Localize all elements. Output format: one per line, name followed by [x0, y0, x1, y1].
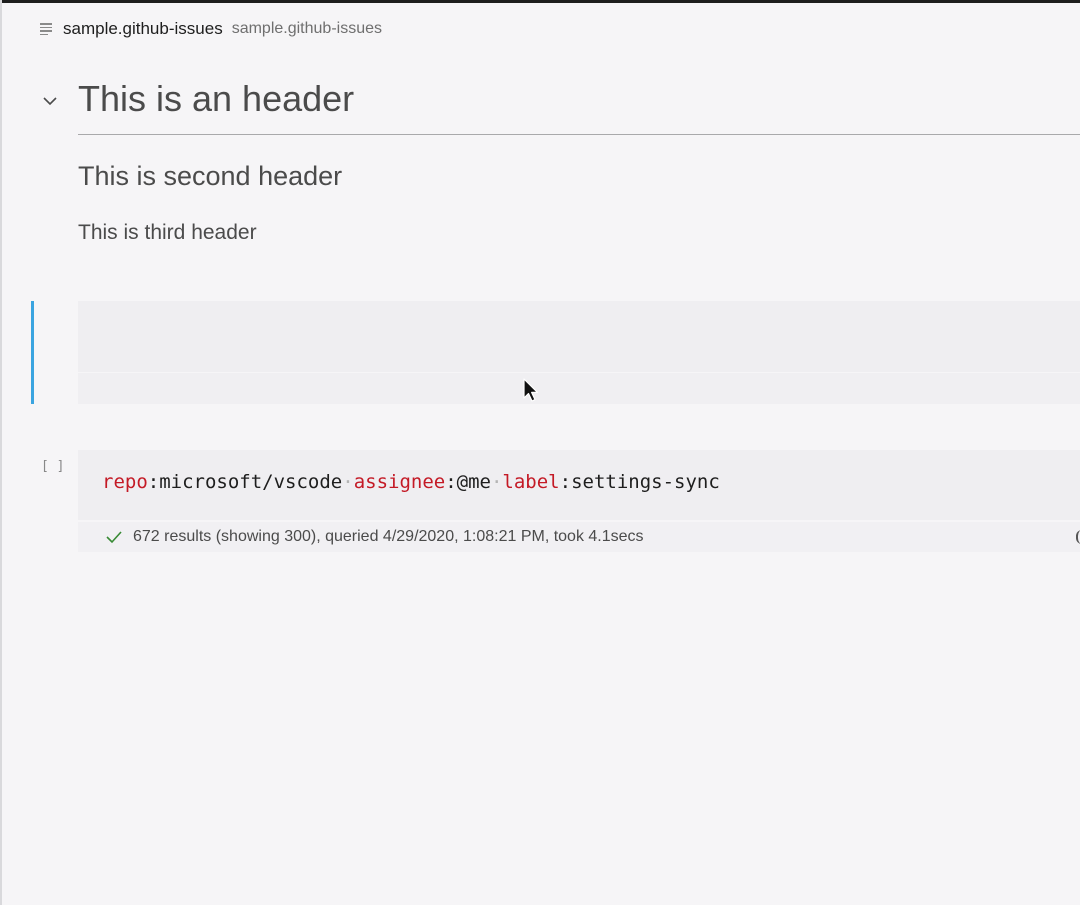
- check-icon: [106, 531, 122, 544]
- query-token-assignee: assignee: [353, 471, 446, 493]
- query-token-repo: repo: [102, 471, 148, 493]
- empty-cell-status-bar: [78, 373, 1080, 404]
- markdown-heading-3: This is third header: [78, 221, 257, 244]
- cell-focus-indicator: [31, 301, 34, 404]
- markdown-heading-2: This is second header: [78, 161, 343, 191]
- query-line[interactable]: repo:microsoft/vscode·assignee:@me·label…: [102, 471, 720, 493]
- breadcrumb-description: sample.github-issues: [231, 20, 382, 37]
- window-left-border: [0, 0, 2, 905]
- cell-status-bar: 672 results (showing 300), queried 4/29/…: [78, 522, 1080, 552]
- clipped-status-icon: [1076, 530, 1080, 544]
- mouse-pointer-icon: [523, 378, 539, 402]
- execution-count: [ ]: [41, 459, 65, 474]
- list-icon: [40, 23, 54, 35]
- heading-divider: [78, 134, 1080, 135]
- window-top-border: [0, 0, 1080, 3]
- code-cell-editor[interactable]: repo:microsoft/vscode·assignee:@me·label…: [78, 450, 1080, 520]
- query-token-repo-value: :microsoft/vscode: [147, 471, 343, 493]
- markdown-heading-1: This is an header: [78, 78, 355, 119]
- query-token-label: label: [502, 471, 560, 493]
- execution-status-text: 672 results (showing 300), queried 4/29/…: [133, 528, 644, 545]
- breadcrumb[interactable]: sample.github-issues sample.github-issue…: [40, 17, 382, 41]
- empty-cell-editor[interactable]: [78, 301, 1080, 372]
- whitespace-marker: ·: [490, 471, 503, 493]
- query-token-label-value: :settings-sync: [559, 471, 720, 493]
- query-token-assignee-value: :@me: [445, 471, 491, 493]
- breadcrumb-file-name[interactable]: sample.github-issues: [63, 19, 223, 39]
- whitespace-marker: ·: [342, 471, 354, 493]
- chevron-down-icon[interactable]: [41, 94, 59, 108]
